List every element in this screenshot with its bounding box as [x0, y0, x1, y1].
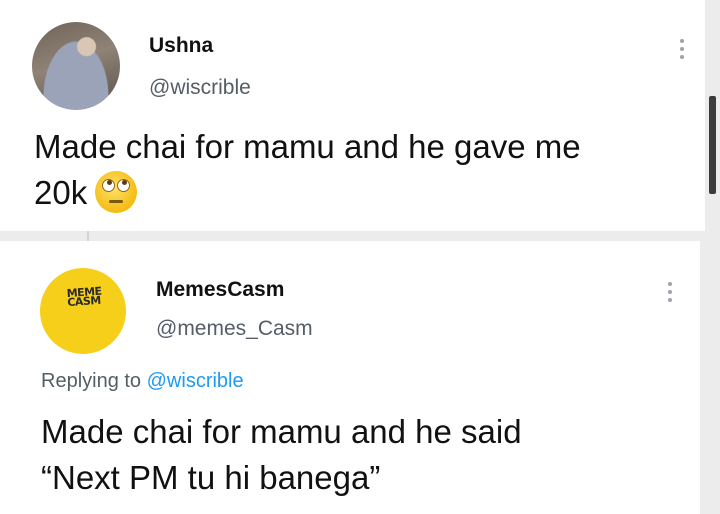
avatar[interactable]	[32, 22, 120, 110]
tweet-text: Made chai for mamu and he gave me 20k	[34, 124, 694, 216]
scrollbar[interactable]	[709, 96, 716, 194]
tweet-text-line-2: 20k	[34, 174, 88, 211]
avatar[interactable]: MEME CASM	[40, 268, 126, 354]
tweet-card-ushna[interactable]: Ushna @wiscrible Made chai for mamu and …	[0, 0, 705, 231]
display-name[interactable]: Ushna	[149, 34, 213, 58]
tweet-text-line-1: Made chai for mamu and he said	[41, 413, 522, 450]
replying-to-mention-link[interactable]: @wiscrible	[147, 370, 244, 392]
tweet-text-line-2: “Next PM tu hi banega”	[41, 459, 381, 496]
tweet-text-line-1: Made chai for mamu and he gave me	[34, 128, 581, 165]
more-options-icon[interactable]	[667, 282, 673, 302]
username-handle[interactable]: @wiscrible	[149, 76, 251, 100]
replying-to-label: Replying to	[41, 370, 142, 392]
memescasm-logo: MEME CASM	[66, 284, 103, 310]
more-options-icon[interactable]	[679, 39, 685, 59]
display-name[interactable]: MemesCasm	[156, 278, 284, 302]
tweet-text: Made chai for mamu and he said “Next PM …	[41, 409, 681, 501]
replying-to: Replying to @wiscrible	[41, 370, 244, 393]
username-handle[interactable]: @memes_Casm	[156, 317, 313, 341]
rolling-eyes-emoji-icon	[95, 171, 138, 213]
